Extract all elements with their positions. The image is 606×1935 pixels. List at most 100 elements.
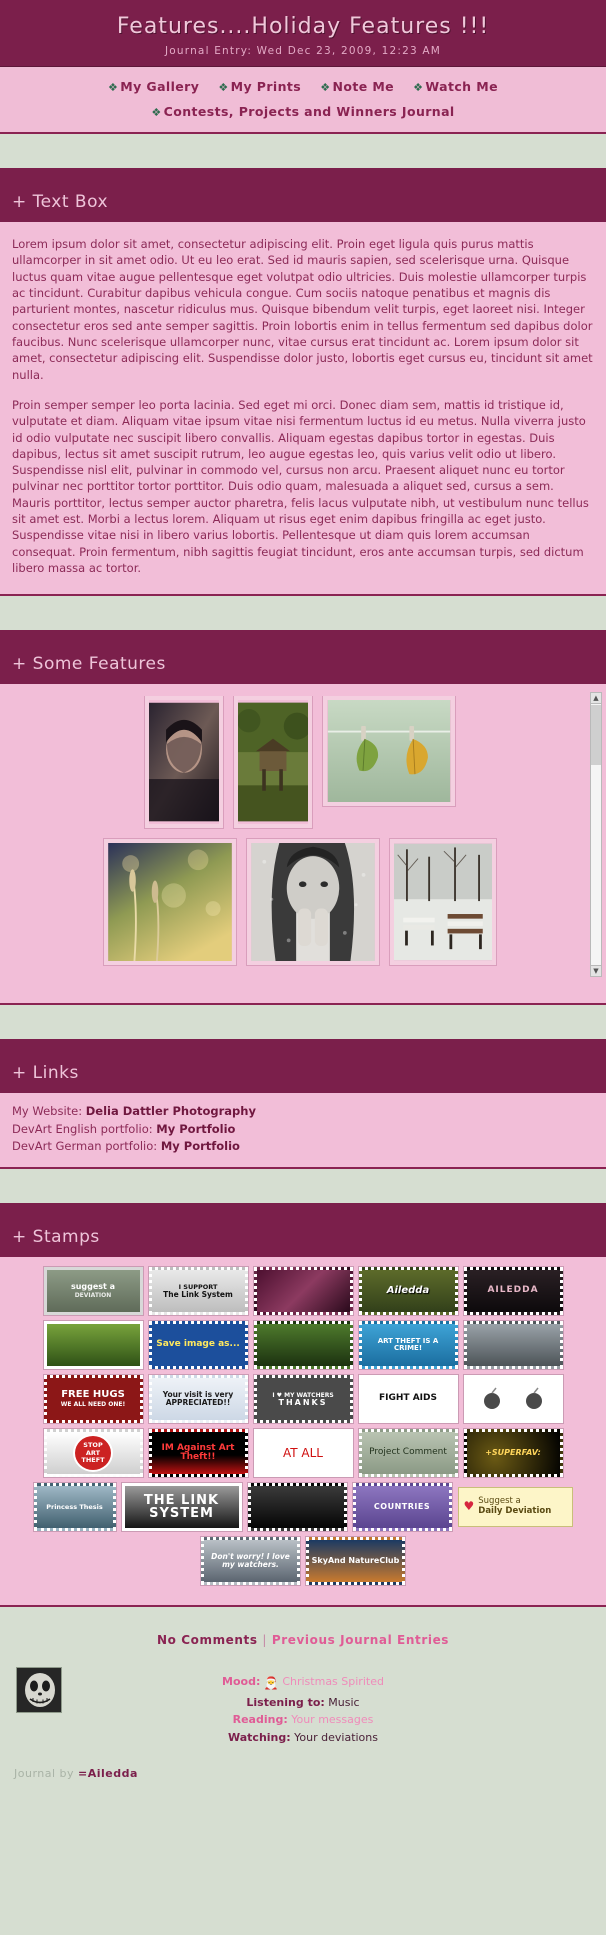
- avatar[interactable]: [16, 1667, 62, 1714]
- ladybug-stamp[interactable]: [253, 1321, 353, 1370]
- stamp-row: Save image as... ART THEFT IS A CRIME!: [8, 1321, 598, 1370]
- diamond-bullet-icon: ❖: [151, 106, 162, 120]
- section-header-some-features[interactable]: + Some Features: [0, 630, 606, 685]
- stamp-label: Princess Thesis: [46, 1502, 103, 1511]
- countries-stamp[interactable]: COUNTRIES: [352, 1483, 452, 1532]
- stamp-row: STOP ART THEFT IM Against Art Theft!! AT…: [8, 1429, 598, 1478]
- i-love-my-watchers-thanks-stamp[interactable]: I ♥ MY WATCHERS THANKS: [253, 1375, 353, 1424]
- sky-and-nature-club-stamp[interactable]: SkyAnd NatureClub: [306, 1537, 405, 1586]
- stamp-label: Don't worry! I love my watchers.: [211, 1552, 290, 1570]
- thumb-forest-treehouse[interactable]: [234, 696, 312, 829]
- ailedda-dark-stamp[interactable]: AILEDDA: [463, 1267, 563, 1316]
- link-my-portfolio-english[interactable]: My Portfolio: [156, 1122, 235, 1136]
- stamp-label: STOP ART THEFT: [73, 1434, 113, 1473]
- free-hugs-stamp[interactable]: FREE HUGS WE ALL NEED ONE!: [43, 1375, 143, 1424]
- thumb-woman-behind-rainy-window[interactable]: [247, 839, 379, 966]
- link-label: DevArt English portfolio:: [12, 1121, 153, 1136]
- meta-value-listening: Music: [328, 1695, 360, 1709]
- stamp-label: SkyAnd NatureClub: [311, 1556, 400, 1565]
- your-visit-is-appreciated-stamp[interactable]: Your visit is very APPRECIATED!!: [148, 1375, 248, 1424]
- art-theft-is-a-crime-stamp[interactable]: ART THEFT IS A CRIME!: [358, 1321, 458, 1370]
- link-label: DevArt German portfolio:: [12, 1138, 158, 1153]
- section-title: + Links: [12, 1063, 79, 1084]
- stamp-sublabel: The Link System: [163, 1290, 233, 1300]
- nav-label: Note Me: [332, 79, 395, 95]
- stamp-label: ART THEFT IS A CRIME!: [377, 1336, 439, 1353]
- link-my-portfolio-german[interactable]: My Portfolio: [161, 1139, 240, 1153]
- princess-thesis-stamp[interactable]: Princess Thesis: [33, 1483, 116, 1532]
- meta-row-watching: Watching: Your deviations: [0, 1729, 606, 1747]
- nav-link-my-gallery[interactable]: ❖ My Gallery: [108, 79, 199, 94]
- previous-journal-entries-link[interactable]: Previous Journal Entries: [272, 1633, 449, 1647]
- nav-link-watch-me[interactable]: ❖ Watch Me: [413, 79, 498, 94]
- meta-label-watching: Watching:: [228, 1731, 291, 1745]
- suggest-daily-deviation-widget[interactable]: ♥ Suggest a Daily Deviation: [457, 1487, 573, 1528]
- plain-maroon-stamp[interactable]: [253, 1267, 353, 1316]
- scroll-down-arrow-icon[interactable]: ▼: [591, 965, 601, 977]
- journal-by-author[interactable]: =Ailedda: [78, 1767, 138, 1780]
- thumb-leaves-on-clothesline[interactable]: [323, 696, 455, 807]
- link-row-devart-german: DevArt German portfolio: My Portfolio: [12, 1138, 594, 1155]
- thumb-golden-bokeh-grass[interactable]: [104, 839, 236, 966]
- gallery-row-2: [12, 839, 588, 966]
- page-title: Features....Holiday Features !!!: [116, 14, 490, 39]
- stamp-label: FREE HUGS: [61, 1388, 125, 1400]
- two-bombs-stamp[interactable]: [463, 1375, 563, 1424]
- black-blank-stamp[interactable]: [247, 1483, 347, 1532]
- stamp-row: Don't worry! I love my watchers. SkyAnd …: [8, 1537, 598, 1586]
- superfav-stamp[interactable]: +SUPERFAV:: [463, 1429, 563, 1478]
- diamond-bullet-icon: ❖: [320, 81, 331, 95]
- section-body-text-box: Lorem ipsum dolor sit amet, consectetur …: [0, 221, 606, 597]
- journal-date: Journal Entry: Wed Dec 23, 2009, 12:23 A…: [164, 45, 442, 58]
- paragraph-1: Lorem ipsum dolor sit amet, consectetur …: [12, 236, 593, 382]
- jack-skellington-avatar-icon: [17, 1668, 61, 1713]
- stamp-row: Princess Thesis THE LINK SYSTEM COUNTRIE…: [8, 1483, 598, 1532]
- stamp-label: Your visit is very APPRECIATED!!: [162, 1390, 234, 1408]
- link-row-website: My Website: Delia Dattler Photography: [12, 1103, 594, 1120]
- im-against-art-theft-stamp[interactable]: IM Against Art Theft!!: [148, 1429, 248, 1478]
- gallery-scrollbar[interactable]: ▲ ▼: [590, 692, 602, 978]
- scrollbar-thumb[interactable]: [591, 705, 601, 766]
- stamp-label: Ailedda: [386, 1284, 430, 1296]
- section-body-links: My Website: Delia Dattler Photography De…: [0, 1093, 606, 1170]
- i-support-the-link-system-stamp[interactable]: I SUPPORT The Link System: [148, 1267, 248, 1316]
- comments-bar: No Comments | Previous Journal Entries: [0, 1633, 606, 1647]
- stamp-row: FREE HUGS WE ALL NEED ONE! Your visit is …: [8, 1375, 598, 1424]
- fight-aids-stamp[interactable]: FIGHT AIDS: [358, 1375, 458, 1424]
- section-header-stamps[interactable]: + Stamps: [0, 1203, 606, 1258]
- stop-art-theft-stamp[interactable]: STOP ART THEFT: [43, 1429, 143, 1478]
- car-stamp[interactable]: [463, 1321, 563, 1370]
- section-body-stamps: suggest a DEVIATION I SUPPORT The Link Sys…: [0, 1257, 606, 1608]
- link-delia-dattler-photography[interactable]: Delia Dattler Photography: [86, 1104, 256, 1118]
- ailedda-flowers-stamp[interactable]: Ailedda: [358, 1267, 458, 1316]
- section-header-links[interactable]: + Links: [0, 1039, 606, 1094]
- suggest-a-deviation-stamp[interactable]: suggest a DEVIATION: [43, 1267, 143, 1316]
- save-image-as-stamp[interactable]: Save image as...: [148, 1321, 248, 1370]
- santa-icon: 🎅: [263, 1676, 279, 1691]
- nav-link-note-me[interactable]: ❖ Note Me: [320, 79, 394, 94]
- dont-worry-i-love-my-watchers-stamp[interactable]: Don't worry! I love my watchers.: [201, 1537, 300, 1586]
- scroll-up-arrow-icon[interactable]: ▲: [591, 693, 601, 705]
- thumb-snowy-park-benches[interactable]: [390, 839, 496, 966]
- bombs-icon: [484, 1387, 542, 1410]
- meta-label-reading: Reading:: [232, 1713, 288, 1727]
- spacer: [0, 596, 606, 631]
- suggest-line-2: Daily Deviation: [478, 1506, 552, 1517]
- spacer: [0, 133, 606, 168]
- stamp-label: FIGHT AIDS: [379, 1393, 437, 1404]
- stamp-label: AT ALL: [282, 1445, 323, 1460]
- nav-label: Contests, Projects and Winners Journal: [163, 104, 455, 120]
- stamp-label: THE LINK SYSTEM: [143, 1493, 220, 1522]
- features-gallery: ▲ ▼: [0, 684, 606, 1006]
- thumb-portrait-veil-woman[interactable]: [145, 696, 223, 829]
- project-comment-stamp[interactable]: Project Comment: [358, 1429, 458, 1478]
- green-grass-stamp[interactable]: [43, 1321, 143, 1370]
- the-link-system-stamp[interactable]: THE LINK SYSTEM: [121, 1483, 242, 1532]
- separator: |: [262, 1633, 268, 1648]
- meta-label-mood: Mood:: [222, 1675, 261, 1689]
- at-all-stamp[interactable]: AT ALL: [253, 1429, 353, 1478]
- nav-link-my-prints[interactable]: ❖ My Prints: [218, 79, 301, 94]
- section-header-text-box[interactable]: + Text Box: [0, 167, 606, 222]
- stamp-label: Project Comment: [369, 1447, 447, 1458]
- nav-link-contests-projects[interactable]: ❖ Contests, Projects and Winners Journal: [151, 104, 454, 119]
